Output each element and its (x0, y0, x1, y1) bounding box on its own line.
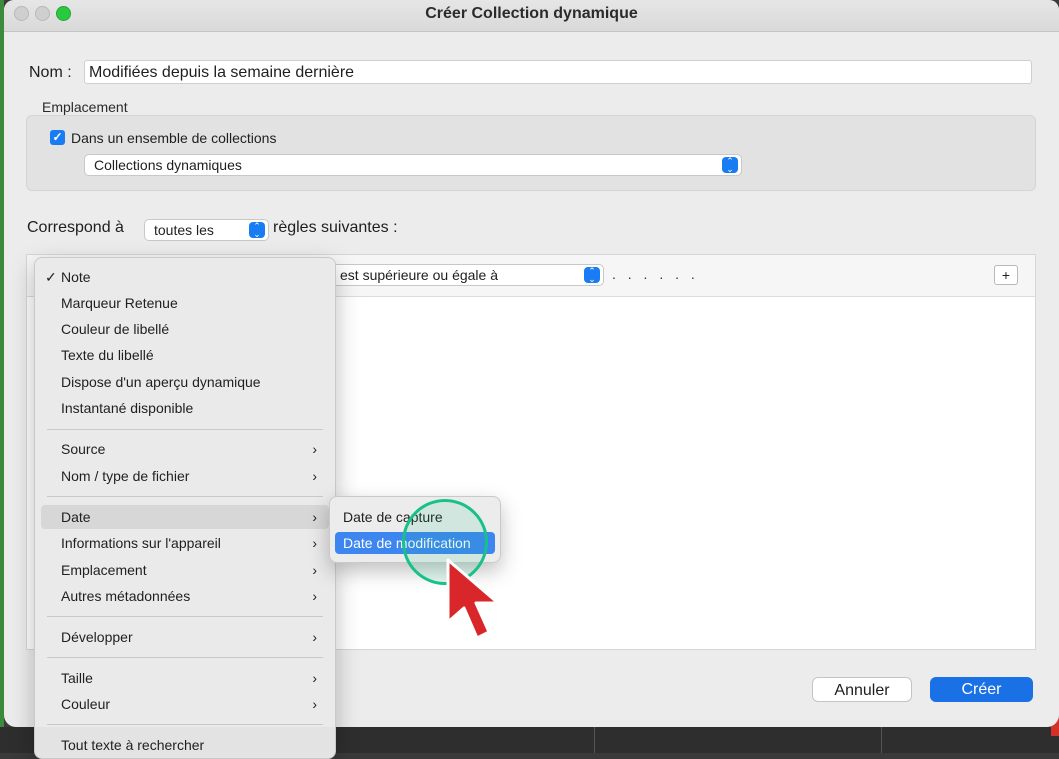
location-group (26, 115, 1036, 191)
rule-value-field[interactable]: . . . . . . (612, 266, 699, 282)
match-suffix-label: règles suivantes : (273, 219, 398, 236)
collection-set-value: Collections dynamiques (94, 157, 242, 173)
in-collection-set-label: Dans un ensemble de collections (71, 130, 277, 146)
updown-chevron-icon: ⌃ ⌄ (584, 267, 600, 284)
match-mode-value: toutes les (154, 222, 214, 238)
menu-item-label: Texte du libellé (61, 347, 154, 363)
menu-item-label: Informations sur l'appareil (61, 535, 221, 551)
menu-item-label: Taille (61, 670, 93, 686)
menu-item-label: Tout texte à rechercher (61, 737, 205, 753)
menu-item-label: Note (61, 269, 91, 285)
menu-item-any-searchable-text[interactable]: Tout texte à rechercher (41, 733, 329, 757)
add-rule-button[interactable]: + (994, 265, 1018, 285)
menu-item-label: Marqueur Retenue (61, 295, 178, 311)
menu-item-source[interactable]: Source › (41, 437, 329, 461)
menu-separator (47, 496, 323, 497)
pointer-arrow-icon (446, 558, 500, 640)
background-grid-line (594, 727, 595, 753)
match-mode-select[interactable]: toutes les ⌃ ⌄ (144, 219, 269, 241)
menu-item-pick-flag[interactable]: Marqueur Retenue (41, 291, 329, 315)
menu-item-label: Instantané disponible (61, 400, 194, 416)
cancel-button[interactable]: Annuler (812, 677, 912, 702)
menu-item-label: Source (61, 441, 106, 457)
menu-item-label: Autres métadonnées (61, 588, 191, 604)
menu-item-label: Date (61, 509, 91, 525)
chevron-right-icon: › (312, 629, 317, 645)
menu-item-label: Emplacement (61, 562, 147, 578)
chevron-right-icon: › (312, 509, 317, 525)
rule-operator-select[interactable]: est supérieure ou égale à ⌃ ⌄ (330, 264, 604, 286)
in-collection-set-checkbox[interactable]: ✓ (50, 130, 65, 145)
menu-item-label: Développer (61, 629, 133, 645)
chevron-right-icon: › (312, 696, 317, 712)
menu-item-label-text[interactable]: Texte du libellé (41, 343, 329, 367)
create-button[interactable]: Créer (930, 677, 1033, 702)
menu-item-smart-preview[interactable]: Dispose d'un aperçu dynamique (41, 370, 329, 394)
menu-item-label: Couleur de libellé (61, 321, 170, 337)
location-label: Emplacement (42, 99, 128, 115)
menu-separator (47, 429, 323, 430)
menu-item-size[interactable]: Taille › (41, 666, 329, 690)
menu-item-location[interactable]: Emplacement › (41, 558, 329, 582)
name-input[interactable]: Modifiées depuis la semaine dernière (84, 60, 1032, 84)
background-grid-line (881, 727, 882, 753)
dialog-title: Créer Collection dynamique (425, 5, 638, 22)
menu-item-other-metadata[interactable]: Autres métadonnées › (41, 584, 329, 608)
menu-separator (47, 616, 323, 617)
updown-chevron-icon: ⌃ ⌄ (249, 222, 265, 239)
menu-item-device-info[interactable]: Informations sur l'appareil › (41, 531, 329, 555)
chevron-right-icon: › (312, 441, 317, 457)
chevron-right-icon: › (312, 588, 317, 604)
menu-item-filename[interactable]: Nom / type de fichier › (41, 464, 329, 488)
name-label: Nom : (29, 64, 72, 81)
chevron-right-icon: › (312, 670, 317, 686)
menu-item-snapshot[interactable]: Instantané disponible (41, 396, 329, 420)
updown-chevron-icon: ⌃ ⌄ (722, 157, 738, 174)
menu-item-note[interactable]: ✓ Note (41, 265, 329, 289)
title-bar: Créer Collection dynamique (4, 0, 1059, 32)
collection-set-select[interactable]: Collections dynamiques ⌃ ⌄ (84, 154, 742, 176)
menu-item-color[interactable]: Couleur › (41, 692, 329, 716)
menu-item-label-color[interactable]: Couleur de libellé (41, 317, 329, 341)
menu-item-label: Dispose d'un aperçu dynamique (61, 374, 261, 390)
menu-item-date[interactable]: Date › (41, 505, 329, 529)
menu-item-label: Couleur (61, 696, 111, 712)
rule-operator-value: est supérieure ou égale à (340, 267, 498, 283)
chevron-right-icon: › (312, 535, 317, 551)
menu-item-label: Nom / type de fichier (61, 468, 190, 484)
rule-field-menu: ✓ Note Marqueur Retenue Couleur de libel… (34, 257, 336, 759)
match-prefix-label: Correspond à (27, 219, 124, 236)
chevron-right-icon: › (312, 562, 317, 578)
checkmark-icon: ✓ (45, 269, 57, 285)
menu-item-develop[interactable]: Développer › (41, 625, 329, 649)
chevron-right-icon: › (312, 468, 317, 484)
menu-separator (47, 724, 323, 725)
menu-separator (47, 657, 323, 658)
